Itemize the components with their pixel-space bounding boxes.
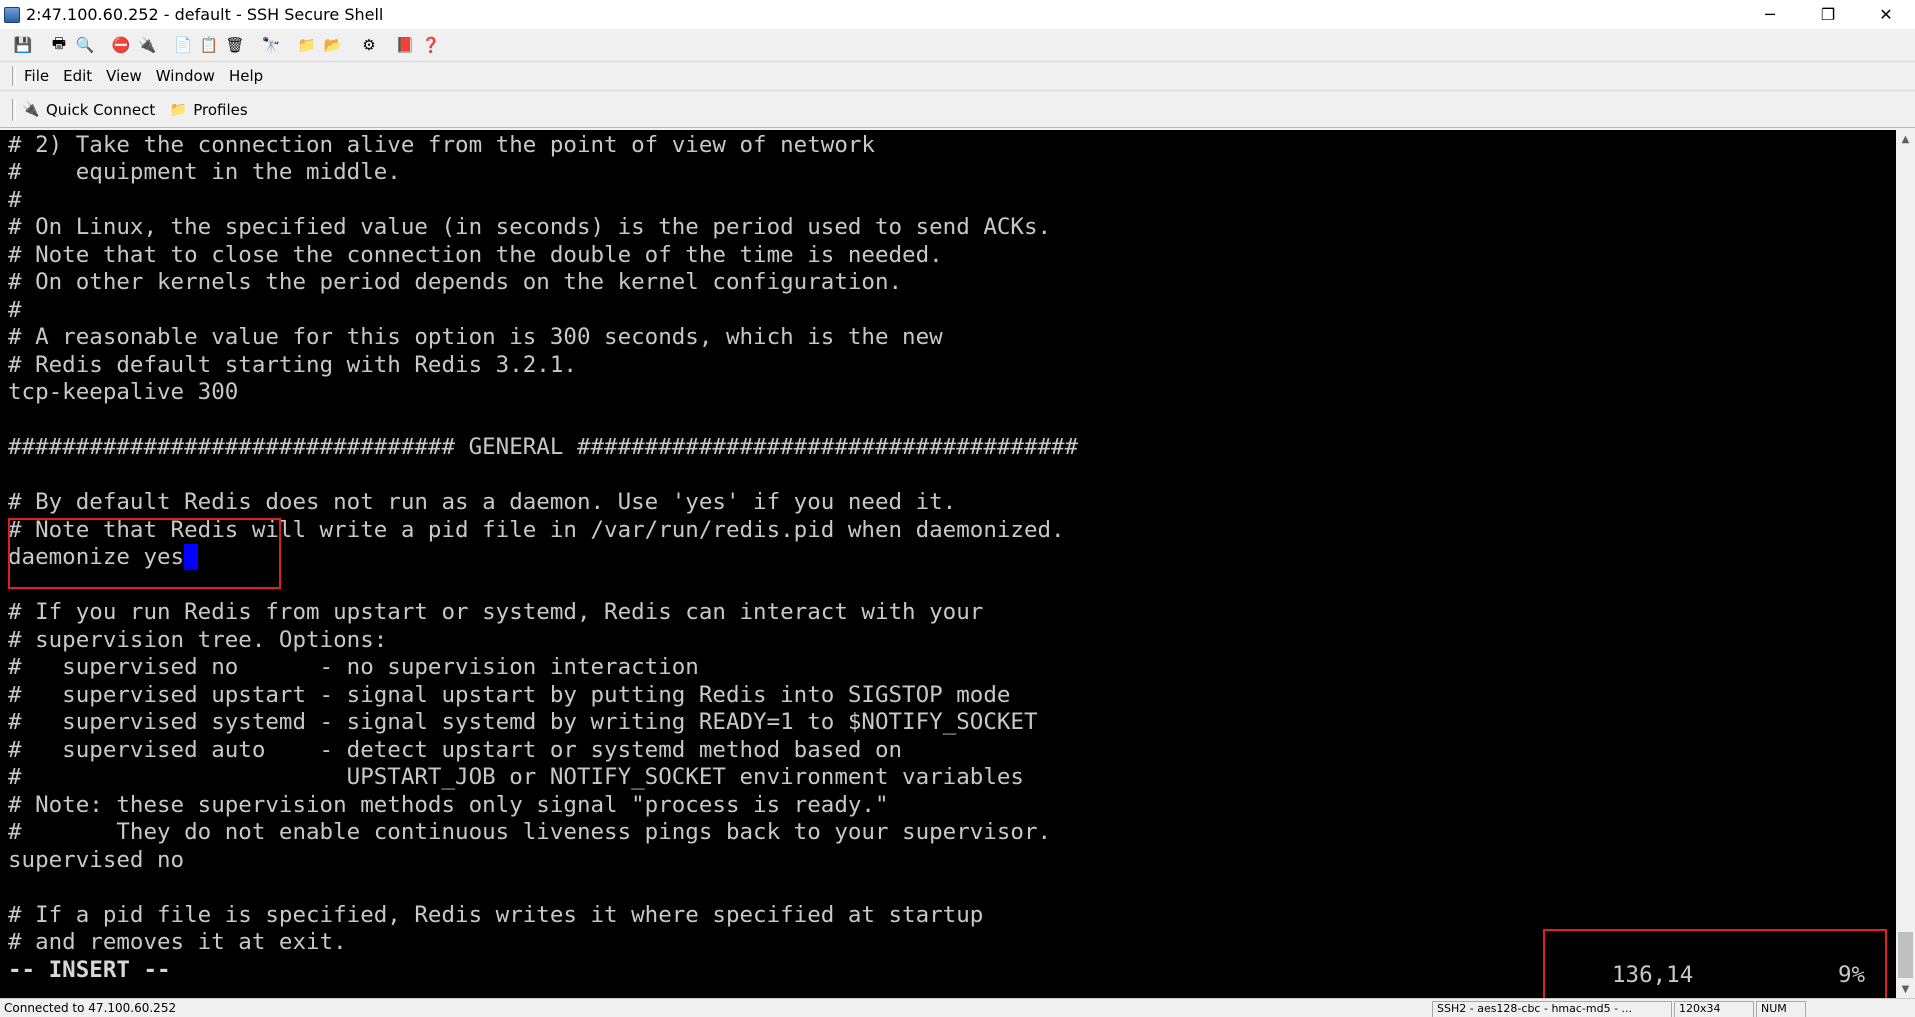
status-panel-size: 120x34 — [1674, 1001, 1754, 1017]
copy-icon[interactable]: 📄 — [172, 34, 194, 56]
menu-edit[interactable]: Edit — [63, 67, 92, 85]
terminal-line: # supervised systemd - signal systemd by… — [8, 709, 1038, 735]
status-panel-cipher: SSH2 - aes128-cbc - hmac-md5 - ... — [1432, 1001, 1672, 1017]
menu-file[interactable]: File — [24, 67, 49, 85]
connection-bar: 🔌 Quick Connect 📁 Profiles — [0, 92, 1915, 128]
connection-status: Connected to 47.100.60.252 — [4, 1001, 177, 1015]
print-preview-icon[interactable]: 🔍 — [74, 34, 96, 56]
terminal-line: # On other kernels the period depends on… — [8, 269, 903, 295]
vertical-scrollbar[interactable]: ▲ ▼ — [1896, 130, 1915, 998]
quick-connect-label: Quick Connect — [46, 100, 156, 119]
terminal-line: # supervised no - no supervision interac… — [8, 654, 699, 680]
terminal-line: # They do not enable continuous liveness… — [8, 819, 1052, 845]
scrollbar-thumb[interactable] — [1898, 932, 1913, 978]
help-book-icon[interactable]: 📕 — [394, 34, 416, 56]
terminal-line: # If you run Redis from upstart or syste… — [8, 599, 984, 625]
cursor-position: 136,14 — [1612, 962, 1694, 988]
terminal-line: # A reasonable value for this option is … — [8, 324, 943, 350]
sftp-icon[interactable]: 📁 — [296, 34, 318, 56]
find-icon[interactable]: 🔭 — [260, 34, 282, 56]
context-help-icon[interactable]: ❓ — [420, 34, 442, 56]
terminal-line: # Redis default starting with Redis 3.2.… — [8, 352, 577, 378]
scroll-percent: 9% — [1838, 962, 1866, 988]
window-title: 2:47.100.60.252 - default - SSH Secure S… — [26, 5, 384, 24]
settings-icon[interactable]: ⚙ — [358, 34, 380, 56]
terminal-line: supervised no — [8, 847, 185, 873]
terminal-line: # supervision tree. Options: — [8, 627, 388, 653]
profiles-label: Profiles — [193, 100, 248, 119]
terminal-line: # Note: these supervision methods only s… — [8, 792, 889, 818]
terminal-line: # 2) Take the connection alive from the … — [8, 132, 875, 158]
file-transfer-icon[interactable]: 📂 — [322, 34, 344, 56]
status-bar: Connected to 47.100.60.252 SSH2 - aes128… — [0, 998, 1915, 1017]
terminal-line: # On Linux, the specified value (in seco… — [8, 214, 1052, 240]
highlight-box-ruler — [1543, 929, 1887, 1000]
new-connection-icon[interactable]: 🔌 — [136, 34, 158, 56]
terminal-line: # — [8, 297, 22, 323]
status-panel-num: NUM — [1756, 1001, 1806, 1017]
window-titlebar: 2:47.100.60.252 - default - SSH Secure S… — [0, 0, 1915, 29]
terminal-line: # UPSTART_JOB or NOTIFY_SOCKET environme… — [8, 764, 1024, 790]
toolbar: 💾 🖶 🔍 ⛔ 🔌 📄 📋 🗑 🔭 📁 📂 ⚙ 📕 ❓ — [0, 29, 1915, 62]
restore-button[interactable]: ❐ — [1799, 0, 1857, 29]
minimize-button[interactable]: ─ — [1741, 0, 1799, 29]
scroll-down-arrow-icon[interactable]: ▼ — [1896, 980, 1915, 998]
print-icon[interactable]: 🖶 — [48, 34, 70, 56]
menu-window[interactable]: Window — [156, 67, 215, 85]
quick-connect-button[interactable]: 🔌 Quick Connect — [22, 101, 155, 119]
scroll-up-arrow-icon[interactable]: ▲ — [1896, 130, 1915, 148]
terminal-line: # By default Redis does not run as a dae… — [8, 489, 957, 515]
close-button[interactable]: ✕ — [1857, 0, 1915, 29]
menu-bar: File Edit View Window Help — [0, 62, 1915, 91]
vim-mode-indicator: -- INSERT -- — [8, 957, 171, 983]
paste-icon[interactable]: 📋 — [198, 34, 220, 56]
terminal-line: # supervised upstart - signal upstart by… — [8, 682, 1011, 708]
terminal-line: # Note that to close the connection the … — [8, 242, 943, 268]
terminal-line: ################################# GENERA… — [8, 434, 1079, 460]
save-icon[interactable]: 💾 — [12, 34, 34, 56]
terminal-line: # If a pid file is specified, Redis writ… — [8, 902, 984, 928]
menu-help[interactable]: Help — [229, 67, 263, 85]
disconnect-icon[interactable]: ⛔ — [110, 34, 132, 56]
terminal-line: # equipment in the middle. — [8, 159, 401, 185]
quick-connect-icon: 🔌 — [22, 101, 40, 118]
menu-view[interactable]: View — [106, 67, 142, 85]
terminal-line: # supervised auto - detect upstart or sy… — [8, 737, 903, 763]
profiles-button[interactable]: 📁 Profiles — [169, 100, 248, 119]
connbar-grip — [12, 98, 16, 121]
highlight-box-daemonize — [8, 518, 281, 589]
terminal-line: tcp-keepalive 300 — [8, 379, 239, 405]
menu-grip — [12, 66, 16, 86]
terminal-view[interactable]: # 2) Take the connection alive from the … — [0, 130, 1896, 998]
terminal-line: # and removes it at exit. — [8, 929, 347, 955]
folder-icon: 📁 — [169, 101, 187, 118]
terminal-line: # — [8, 187, 22, 213]
ssh-app-icon — [4, 6, 20, 23]
clear-icon[interactable]: 🗑 — [224, 34, 246, 56]
